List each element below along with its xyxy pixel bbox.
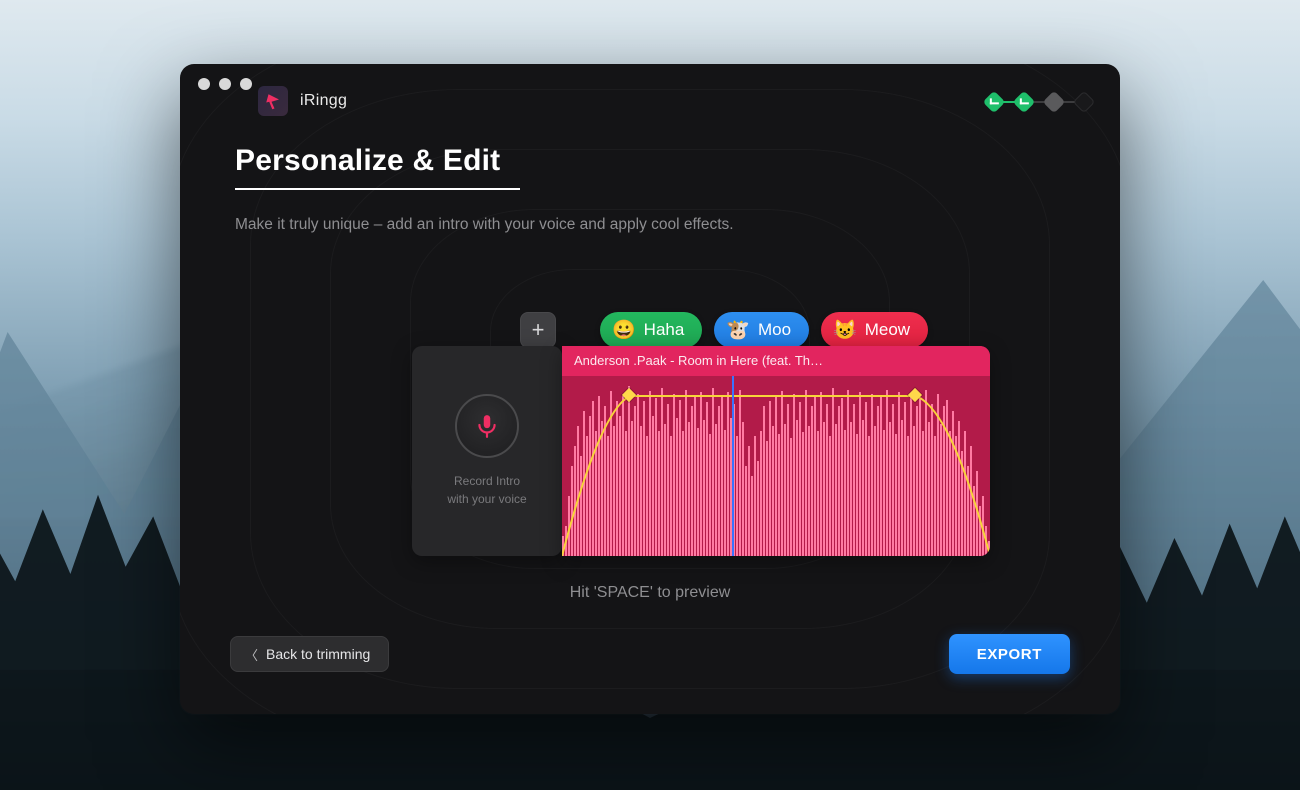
app-window: iRingg Personalize & Edit Make it truly … <box>180 64 1120 714</box>
haha-emoji-icon: 😀 <box>612 321 636 340</box>
playhead[interactable] <box>732 376 734 556</box>
page-subtitle: Make it truly unique – add an intro with… <box>235 216 734 234</box>
window-zoom-icon[interactable] <box>240 78 252 90</box>
preview-hint: Hit 'SPACE' to preview <box>180 584 1120 602</box>
app-name: iRingg <box>300 92 347 110</box>
export-label: EXPORT <box>977 646 1042 663</box>
waveform-editor[interactable]: Anderson .Paak - Room in Here (feat. Th… <box>562 346 990 556</box>
cow-emoji-icon: 🐮 <box>726 321 750 340</box>
step-4 <box>1073 91 1096 114</box>
window-minimize-icon[interactable] <box>219 78 231 90</box>
record-caption: Record Intro with your voice <box>447 472 526 508</box>
effect-label: Haha <box>644 320 685 340</box>
window-close-icon[interactable] <box>198 78 210 90</box>
chevron-left-icon: 〈 <box>245 645 258 664</box>
record-intro-panel: Record Intro with your voice <box>412 346 562 556</box>
microphone-icon <box>474 413 500 439</box>
back-label: Back to trimming <box>266 646 370 662</box>
waveform-icon <box>562 376 990 556</box>
effect-label: Moo <box>758 320 791 340</box>
page-title: Personalize & Edit <box>235 144 520 190</box>
back-button[interactable]: 〈 Back to trimming <box>230 636 389 672</box>
window-traffic-lights[interactable] <box>198 78 252 90</box>
export-button[interactable]: EXPORT <box>949 634 1070 674</box>
effect-pill-meow[interactable]: 😺 Meow <box>821 312 928 348</box>
effect-label: Meow <box>865 320 910 340</box>
plus-icon: + <box>532 317 545 343</box>
effects-row: 😀 Haha 🐮 Moo 😺 Meow <box>600 312 928 348</box>
app-logo-icon <box>258 86 288 116</box>
record-button[interactable] <box>455 394 519 458</box>
effect-pill-haha[interactable]: 😀 Haha <box>600 312 702 348</box>
desktop-wallpaper: iRingg Personalize & Edit Make it truly … <box>0 0 1300 790</box>
cat-emoji-icon: 😺 <box>833 321 857 340</box>
add-effect-button[interactable]: + <box>520 312 556 348</box>
step-1 <box>983 91 1006 114</box>
step-3-current <box>1043 91 1066 114</box>
track-title: Anderson .Paak - Room in Here (feat. Th… <box>562 346 990 376</box>
step-2 <box>1013 91 1036 114</box>
progress-steps <box>986 94 1092 110</box>
effect-pill-moo[interactable]: 🐮 Moo <box>714 312 809 348</box>
